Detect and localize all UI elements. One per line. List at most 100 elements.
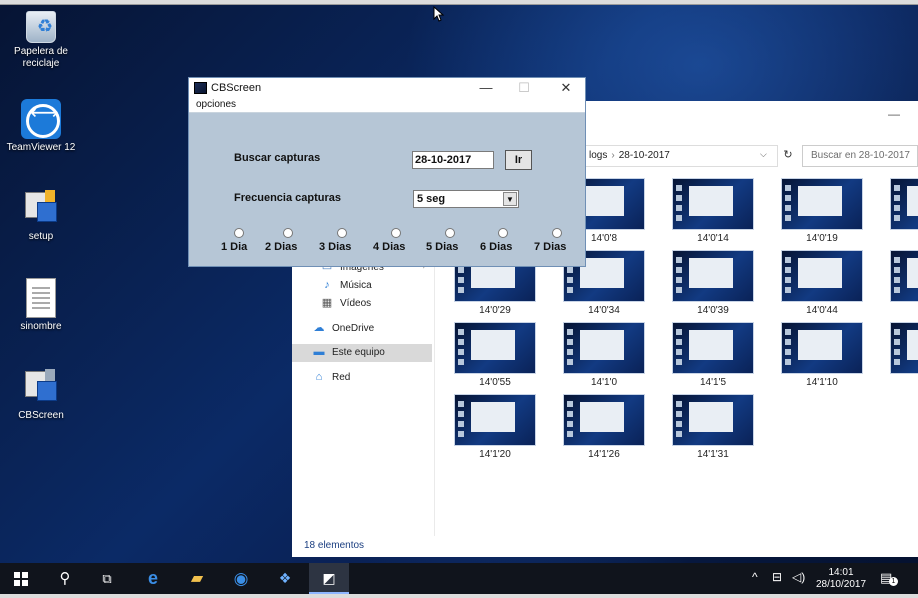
start-button[interactable]: [0, 563, 40, 594]
thumbnail-item[interactable]: 14'0'44: [781, 250, 863, 316]
radio-label: 6 Dias: [480, 241, 513, 253]
breadcrumb-logs[interactable]: logs: [589, 150, 607, 161]
teamviewer-taskbar-icon[interactable]: ◉: [221, 563, 261, 594]
screenshot-thumbnail: [890, 322, 918, 374]
cbscreen-app-icon: [21, 367, 61, 407]
buscar-capturas-label: Buscar capturas: [234, 152, 321, 164]
thumbnail-item[interactable]: 14'1'26: [563, 394, 645, 460]
nav-item-red[interactable]: ⌂ Red: [292, 369, 432, 387]
edge-browser-icon[interactable]: e: [133, 563, 173, 594]
search-icon[interactable]: ⚲: [45, 563, 85, 594]
thumbnail-item[interactable]: 14'1'5: [672, 322, 754, 388]
teamviewer-icon: [21, 99, 61, 139]
breadcrumb-date[interactable]: 28-10-2017: [619, 150, 670, 161]
screenshot-thumbnail: [672, 250, 754, 302]
screenshot-thumbnail: [890, 178, 918, 230]
go-button[interactable]: Ir: [505, 150, 532, 170]
network-status-icon[interactable]: ⊟: [772, 570, 782, 584]
menu-opciones[interactable]: opciones: [196, 99, 236, 110]
close-icon[interactable]: ✕: [551, 80, 581, 96]
radio-label: 5 Dias: [426, 241, 459, 253]
screenshot-thumbnail: [781, 250, 863, 302]
frequency-select[interactable]: 5 seg ▼: [413, 190, 519, 208]
navigation-pane: ▭ Imágenes ✦ ♪ Música ▦ Vídeos ☁ OneDriv…: [292, 251, 435, 536]
app-icon: [194, 82, 207, 94]
nav-item-onedrive[interactable]: ☁ OneDrive: [292, 320, 432, 338]
file-explorer-icon[interactable]: ▰: [177, 563, 217, 594]
desktop-icon-recycle-bin[interactable]: Papelera de reciclaje: [1, 11, 81, 70]
thumbnail-item[interactable]: 14'0'14: [672, 178, 754, 244]
text-file-icon: [26, 278, 56, 318]
minimize-icon[interactable]: —: [471, 80, 501, 96]
notification-count-badge: 1: [889, 577, 898, 586]
windows-logo-icon: [14, 572, 28, 586]
videos-icon: ▦: [321, 297, 333, 309]
radio-7-dias[interactable]: [552, 228, 562, 238]
date-input[interactable]: 28-10-2017: [412, 151, 494, 169]
thumbnail-item[interactable]: 14'1'31: [672, 394, 754, 460]
screenshot-thumbnail: [672, 394, 754, 446]
screenshot-thumbnail: [890, 250, 918, 302]
system-clock[interactable]: 14:01 28/10/2017: [812, 567, 870, 591]
thumbnail-item[interactable]: 14'1'20: [454, 394, 536, 460]
minimize-icon[interactable]: —: [888, 107, 900, 121]
radio-4-dias[interactable]: [391, 228, 401, 238]
notification-center-icon[interactable]: ▤ 1: [880, 570, 898, 586]
refresh-icon[interactable]: ↻: [778, 145, 798, 167]
network-app-icon[interactable]: ❖: [265, 563, 305, 594]
radio-label: 1 Dia: [221, 241, 248, 253]
desktop-icon-sinombre[interactable]: sinombre: [1, 278, 81, 333]
desktop: Papelera de reciclaje TeamViewer 12 setu…: [0, 5, 918, 563]
chevron-down-icon[interactable]: ⌵: [760, 149, 767, 160]
clock-date: 28/10/2017: [815, 579, 867, 590]
recycle-bin-icon: [26, 11, 56, 43]
maximize-icon[interactable]: ☐: [509, 80, 539, 96]
screenshot-thumbnail: [563, 394, 645, 446]
frequency-select-value: 5 seg: [417, 193, 446, 205]
status-bar-count: 18 elementos: [304, 540, 365, 551]
chevron-down-icon[interactable]: ▼: [503, 192, 517, 206]
screenshot-thumbnail: [672, 322, 754, 374]
thumbnail-item-partial[interactable]: [890, 250, 918, 302]
thumbnail-item-partial[interactable]: [890, 322, 918, 374]
nav-item-este-equipo[interactable]: ▬ Este equipo: [292, 344, 432, 362]
desktop-icon-label: sinombre: [20, 321, 62, 332]
window-title: CBScreen: [211, 82, 262, 94]
desktop-icon-setup[interactable]: setup: [1, 188, 81, 243]
volume-icon[interactable]: ◁): [792, 570, 805, 584]
network-icon: ⌂: [315, 371, 323, 383]
screenshot-bottom-strip: [0, 594, 918, 598]
thumbnail-item[interactable]: 14'0'55: [454, 322, 536, 388]
radio-label: 7 Dias: [534, 241, 567, 253]
cloud-icon: ☁: [313, 322, 325, 334]
breadcrumb-separator-icon: ›: [611, 150, 615, 161]
radio-2-dias[interactable]: [283, 228, 293, 238]
thumbnail-item[interactable]: 14'0'19: [781, 178, 863, 244]
radio-1-dia[interactable]: [234, 228, 244, 238]
screenshot-thumbnail: [781, 178, 863, 230]
title-bar[interactable]: CBScreen — ☐ ✕: [189, 78, 585, 98]
radio-label: 2 Dias: [265, 241, 298, 253]
cbscreen-taskbar-icon[interactable]: ◩: [309, 563, 349, 594]
nav-item-musica[interactable]: ♪ Música: [292, 277, 432, 295]
frecuencia-capturas-label: Frecuencia capturas: [234, 192, 341, 204]
thumbnail-item[interactable]: 14'0'39: [672, 250, 754, 316]
thumbnail-item[interactable]: 14'1'10: [781, 322, 863, 388]
radio-5-dias[interactable]: [445, 228, 455, 238]
screenshot-thumbnail: [454, 322, 536, 374]
radio-6-dias[interactable]: [498, 228, 508, 238]
radio-3-dias[interactable]: [337, 228, 347, 238]
screenshot-thumbnail: [454, 394, 536, 446]
chevron-up-icon[interactable]: ^: [752, 570, 758, 584]
clock-time: 14:01: [828, 567, 854, 578]
nav-item-videos[interactable]: ▦ Vídeos: [292, 295, 432, 313]
screenshot-thumbnail: [563, 322, 645, 374]
thumbnail-item-partial[interactable]: [890, 178, 918, 230]
setup-installer-icon: [21, 188, 61, 228]
desktop-icon-teamviewer[interactable]: TeamViewer 12: [1, 99, 81, 154]
menu-bar: opciones: [189, 98, 585, 113]
search-input[interactable]: Buscar en 28-10-2017: [802, 145, 918, 167]
desktop-icon-cbscreen[interactable]: CBScreen: [1, 367, 81, 422]
thumbnail-item[interactable]: 14'1'0: [563, 322, 645, 388]
task-view-icon[interactable]: ⧉: [87, 563, 127, 594]
